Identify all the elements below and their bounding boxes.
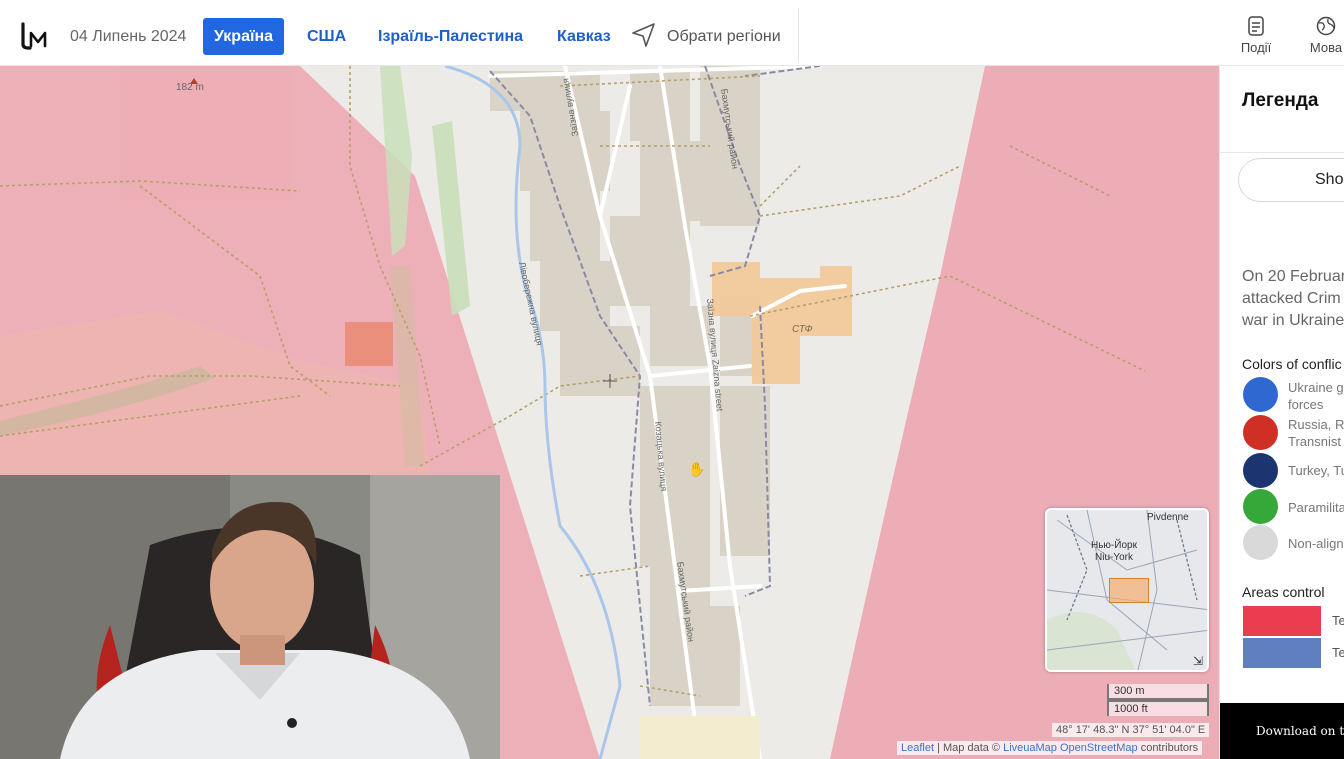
- area-control-label: Te: [1332, 613, 1344, 628]
- conflict-color-row: Turkey, Tu: [1242, 453, 1344, 489]
- osm-link[interactable]: OpenStreetMap: [1060, 742, 1138, 754]
- panel-divider: [1220, 152, 1344, 153]
- navigation-arrow-icon: [631, 22, 657, 53]
- minimap[interactable]: Pivdenne Нью-Йорк Niu-York ⇲: [1045, 508, 1209, 672]
- color-dot-non-aligned: [1243, 525, 1278, 560]
- color-dot-paramilitary: [1243, 489, 1278, 524]
- language-button[interactable]: Мова: [1306, 16, 1344, 55]
- nav-tab-usa[interactable]: США: [297, 18, 356, 55]
- area-swatch-red: [1243, 606, 1321, 636]
- header-divider: [798, 8, 799, 62]
- app-store-download-banner[interactable]: Download on the: [1220, 703, 1344, 759]
- area-control-row: Te: [1242, 638, 1344, 668]
- show-button[interactable]: Sho: [1238, 158, 1344, 202]
- attribution-suffix: contributors: [1137, 742, 1199, 754]
- war-description: On 20 Februar attacked Crim war in Ukrai…: [1242, 266, 1344, 332]
- nav-tab-caucasus[interactable]: Кавказ: [547, 18, 621, 55]
- building-red: [345, 322, 393, 366]
- legend-title: Легенда: [1242, 90, 1319, 111]
- areas-control-title: Areas control: [1242, 584, 1325, 600]
- minimap-viewport[interactable]: [1109, 578, 1149, 603]
- nav-tab-ukraine[interactable]: Україна: [203, 18, 284, 55]
- current-date: 04 Липень 2024: [70, 28, 187, 45]
- conflict-color-row: Non-align: [1242, 525, 1344, 561]
- conflict-color-label: Turkey, Tu: [1288, 463, 1344, 478]
- minimap-label: Нью-Йорк: [1091, 540, 1137, 551]
- conflict-color-label: Non-align: [1288, 536, 1344, 551]
- select-regions-button[interactable]: Обрати регіони: [631, 22, 781, 52]
- conflict-colors-title: Colors of conflic: [1242, 356, 1342, 372]
- poi-label-stf: СТФ: [792, 324, 813, 335]
- presenter-image: [0, 475, 500, 759]
- description-line: attacked Crim: [1242, 290, 1341, 307]
- conflict-color-row: Ukraine g forces: [1242, 377, 1344, 413]
- events-label: Події: [1240, 40, 1272, 55]
- map-attribution: Leaflet | Map data © LiveuaMap OpenStree…: [897, 741, 1203, 755]
- nav-tab-israel-palestine[interactable]: Ізраїль-Палестина: [368, 18, 533, 55]
- area-control-row: Te: [1242, 606, 1344, 636]
- globe-icon: [1316, 16, 1336, 36]
- leaflet-link[interactable]: Leaflet: [901, 742, 934, 754]
- description-line: war in Ukraine: [1242, 312, 1344, 329]
- color-dot-turkey: [1243, 453, 1278, 488]
- select-regions-label: Обрати регіони: [667, 28, 781, 45]
- scale-bar: 300 m 1000 ft: [1107, 684, 1209, 716]
- conflict-color-label: Paramilita: [1288, 500, 1344, 515]
- top-bar: 04 Липень 2024 Україна США Ізраїль-Палес…: [0, 0, 1344, 66]
- elevation-label: 182 m: [176, 82, 204, 93]
- color-dot-russia: [1243, 415, 1278, 450]
- attribution-separator: | Map data ©: [934, 742, 1004, 754]
- app: 04 Липень 2024 Україна США Ізраїль-Палес…: [0, 0, 1344, 759]
- legend-panel: Легенда Sho On 20 Februar attacked Crim …: [1219, 66, 1344, 759]
- minimap-label: Niu-York: [1095, 552, 1133, 563]
- description-line: On 20 Februar: [1242, 268, 1344, 285]
- scale-imperial: 1000 ft: [1107, 700, 1209, 716]
- area-control-label: Te: [1332, 645, 1344, 660]
- conflict-color-row: Russia, R Transnist: [1242, 415, 1344, 451]
- minimap-label: Pivdenne: [1147, 512, 1189, 523]
- language-label: Мова: [1309, 40, 1343, 55]
- area-swatch-blue: [1243, 638, 1321, 668]
- scale-metric: 300 m: [1107, 684, 1209, 700]
- liveuamap-logo[interactable]: [20, 20, 48, 50]
- events-button[interactable]: Події: [1236, 16, 1276, 55]
- conflict-color-row: Paramilita: [1242, 489, 1344, 525]
- conflict-color-label: Russia, R Transnist: [1288, 417, 1344, 449]
- liveuamap-link[interactable]: LiveuaMap: [1003, 742, 1057, 754]
- minimap-toggle-icon[interactable]: ⇲: [1193, 654, 1203, 668]
- cursor-coordinates: 48° 17' 48.3" N 37° 51' 04.0" E: [1052, 723, 1210, 737]
- hand-cursor-icon: ✋: [688, 461, 706, 477]
- events-list-icon: [1248, 16, 1264, 36]
- conflict-color-label: Ukraine g forces: [1288, 380, 1344, 412]
- webcam-video: [0, 475, 500, 759]
- color-dot-ukraine: [1243, 377, 1278, 412]
